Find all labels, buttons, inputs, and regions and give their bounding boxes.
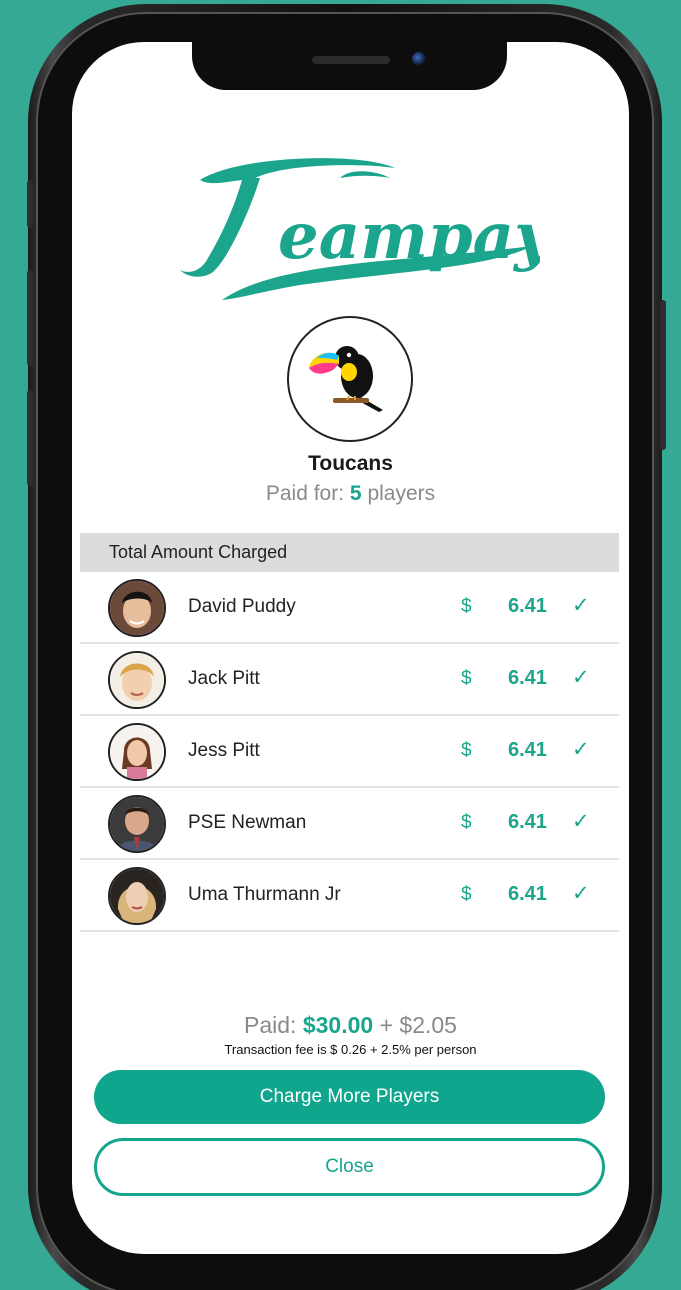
check-icon: ✓ bbox=[572, 809, 590, 833]
currency-symbol: $ bbox=[461, 884, 472, 905]
avatar bbox=[108, 651, 166, 709]
player-amount: 6.41 bbox=[508, 739, 547, 761]
list-item[interactable]: Jess Pitt $ 6.41 ✓ bbox=[80, 716, 619, 788]
transaction-fee-note: Transaction fee is $ 0.26 + 2.5% per per… bbox=[224, 1042, 477, 1057]
phone-volume-down-button bbox=[27, 390, 33, 486]
check-icon: ✓ bbox=[572, 881, 590, 905]
player-name: David Puddy bbox=[188, 596, 296, 617]
paid-amount: $30.00 bbox=[302, 1012, 374, 1038]
close-button[interactable]: Close bbox=[94, 1138, 605, 1196]
phone-power-button bbox=[660, 300, 666, 450]
player-list: David Puddy $ 6.41 ✓ Jack Pitt $ 6.41 ✓ bbox=[80, 572, 619, 932]
avatar bbox=[108, 867, 166, 925]
paid-for-label: Paid for: bbox=[265, 482, 345, 505]
player-name: PSE Newman bbox=[188, 812, 307, 833]
currency-symbol: $ bbox=[461, 668, 472, 689]
svg-text:eampay: eampay bbox=[278, 199, 540, 274]
currency-symbol: $ bbox=[461, 812, 472, 833]
paid-for-count: 5 bbox=[349, 482, 362, 505]
speaker-grille bbox=[312, 56, 390, 64]
phone-volume-up-button bbox=[27, 270, 33, 366]
player-name: Jess Pitt bbox=[188, 740, 260, 761]
phone-notch bbox=[192, 42, 507, 90]
avatar bbox=[108, 723, 166, 781]
player-amount: 6.41 bbox=[508, 667, 547, 689]
check-icon: ✓ bbox=[572, 593, 590, 617]
list-item[interactable]: David Puddy $ 6.41 ✓ bbox=[80, 572, 619, 644]
paid-for-suffix: players bbox=[367, 482, 436, 505]
player-amount: 6.41 bbox=[508, 595, 547, 617]
list-item[interactable]: Jack Pitt $ 6.41 ✓ bbox=[80, 644, 619, 716]
list-item[interactable]: PSE Newman $ 6.41 ✓ bbox=[80, 788, 619, 860]
app-screen: eampay Toucans Paid for: 5 players Total… bbox=[72, 42, 629, 1254]
toucan-icon bbox=[309, 346, 383, 412]
camera-icon bbox=[412, 52, 426, 66]
currency-symbol: $ bbox=[461, 740, 472, 761]
fee-amount: + $2.05 bbox=[379, 1012, 457, 1038]
payment-summary: Paid: $30.00 + $2.05 bbox=[72, 1012, 629, 1039]
paid-for-summary: Paid for: 5 players bbox=[72, 482, 629, 506]
charge-more-players-button[interactable]: Charge More Players bbox=[94, 1070, 605, 1124]
check-icon: ✓ bbox=[572, 737, 590, 761]
player-amount: 6.41 bbox=[508, 883, 547, 905]
currency-symbol: $ bbox=[461, 596, 472, 617]
list-item[interactable]: Uma Thurmann Jr $ 6.41 ✓ bbox=[80, 860, 619, 932]
team-name: Toucans bbox=[308, 452, 393, 475]
check-icon: ✓ bbox=[572, 665, 590, 689]
paid-label: Paid: bbox=[244, 1012, 297, 1038]
player-amount: 6.41 bbox=[508, 811, 547, 833]
player-name: Jack Pitt bbox=[188, 668, 260, 689]
team-avatar bbox=[287, 316, 413, 442]
teampay-logo: eampay bbox=[180, 158, 540, 300]
total-charged-header: Total Amount Charged bbox=[80, 533, 619, 572]
phone-side-button bbox=[27, 180, 33, 228]
player-name: Uma Thurmann Jr bbox=[188, 884, 341, 905]
avatar bbox=[108, 579, 166, 637]
avatar bbox=[108, 795, 166, 853]
